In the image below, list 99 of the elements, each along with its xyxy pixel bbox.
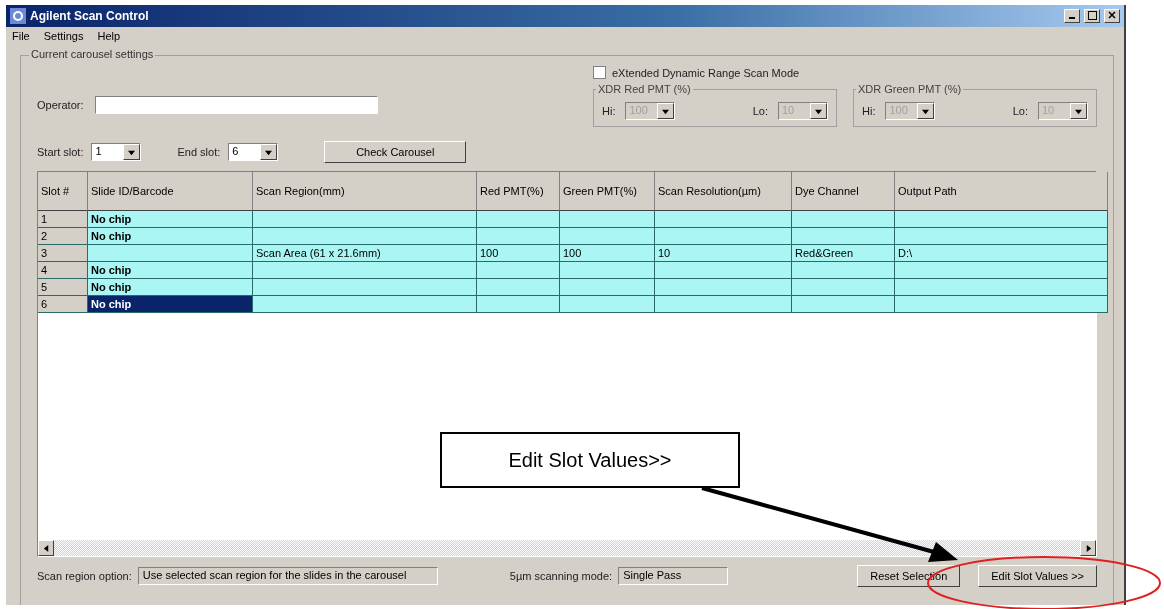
scroll-right-button[interactable] [1080, 540, 1096, 556]
table-cell[interactable]: Red&Green [792, 245, 895, 262]
checkbox[interactable] [593, 66, 606, 79]
end-slot-dropdown[interactable]: 6 [228, 143, 279, 161]
table-cell[interactable] [895, 211, 1108, 228]
table-cell[interactable] [477, 211, 560, 228]
app-icon [10, 8, 26, 24]
scan-mode-field: Single Pass [618, 567, 729, 585]
table-cell[interactable]: 100 [560, 245, 655, 262]
table-cell[interactable] [560, 262, 655, 279]
menu-item[interactable]: Help [97, 30, 121, 42]
left-arrow-icon [42, 544, 50, 552]
column-header[interactable]: Green PMT(%) [560, 172, 655, 211]
window-title: Agilent Scan Control [30, 9, 150, 23]
table-cell[interactable] [895, 262, 1108, 279]
column-header[interactable]: Scan Resolution(µm) [655, 172, 792, 211]
table-cell[interactable] [253, 228, 477, 245]
callout-box: Edit Slot Values>> [440, 432, 740, 488]
table-cell: 1 [38, 211, 88, 228]
table-cell[interactable] [253, 262, 477, 279]
table-cell: 4 [38, 262, 88, 279]
column-header[interactable]: Scan Region(mm) [253, 172, 477, 211]
horizontal-scrollbar[interactable] [38, 540, 1096, 556]
end-slot-label: End slot: [177, 146, 221, 158]
column-header[interactable]: Slide ID/Barcode [88, 172, 253, 211]
table-cell[interactable] [655, 279, 792, 296]
caret-icon [662, 107, 670, 115]
table-cell[interactable] [253, 211, 477, 228]
table-cell[interactable] [477, 279, 560, 296]
table-cell[interactable] [560, 279, 655, 296]
table-cell[interactable]: D:\ [895, 245, 1108, 262]
hi-label: Hi: [602, 105, 616, 117]
scan-region-label: Scan region option: [37, 570, 132, 582]
table-cell[interactable] [477, 296, 560, 313]
table-cell[interactable] [655, 296, 792, 313]
hi-label: Hi: [862, 105, 876, 117]
table-cell[interactable] [560, 228, 655, 245]
table-cell[interactable]: Scan Area (61 x 21.6mm) [253, 245, 477, 262]
table-cell[interactable]: No chip [88, 279, 253, 296]
table-cell[interactable] [895, 296, 1108, 313]
maximize-button[interactable] [1084, 9, 1100, 23]
column-header[interactable]: Red PMT(%) [477, 172, 560, 211]
table-cell[interactable]: No chip [88, 211, 253, 228]
caret-icon [128, 148, 136, 156]
table-cell[interactable] [560, 211, 655, 228]
table-cell[interactable] [792, 296, 895, 313]
table-cell[interactable] [792, 279, 895, 296]
table-cell[interactable] [895, 228, 1108, 245]
caret-icon [265, 148, 273, 156]
table-cell[interactable]: No chip [88, 228, 253, 245]
table-cell[interactable] [560, 296, 655, 313]
table-cell: 2 [38, 228, 88, 245]
caret-icon [815, 107, 822, 115]
maximize-icon [1087, 10, 1097, 20]
operator-label: Operator: [37, 99, 84, 111]
menu-item[interactable]: Settings [43, 30, 84, 42]
table-cell[interactable]: No chip [88, 262, 253, 279]
scan-region-field: Use selected scan region for the slides in the carousel [137, 567, 438, 585]
group-title: XDR Green PMT (%) [856, 83, 964, 95]
table-cell[interactable] [253, 279, 477, 296]
menu-item[interactable]: File [12, 30, 30, 42]
right-arrow-icon [1084, 544, 1092, 552]
table-cell[interactable]: 10 [655, 245, 792, 262]
caret-icon [922, 107, 930, 115]
column-header[interactable]: Output Path [895, 172, 1108, 211]
scroll-left-button[interactable] [38, 540, 54, 556]
table-cell[interactable] [655, 262, 792, 279]
table-cell: 6 [38, 296, 88, 313]
table-cell[interactable] [655, 211, 792, 228]
column-header[interactable]: Dye Channel [792, 172, 895, 211]
table-cell[interactable] [477, 228, 560, 245]
scan-mode-label: 5µm scanning mode: [509, 570, 613, 582]
start-slot-dropdown[interactable]: 1 [91, 143, 142, 161]
close-button[interactable] [1104, 9, 1120, 23]
group-title: XDR Red PMT (%) [596, 83, 693, 95]
table-cell[interactable] [792, 262, 895, 279]
operator-field[interactable] [95, 96, 379, 114]
table-cell[interactable] [253, 296, 477, 313]
group-title: Current carousel settings [29, 48, 156, 60]
check-carousel-button[interactable]: Check Carousel [324, 141, 467, 163]
table-cell[interactable]: No chip [88, 296, 253, 313]
start-slot-label: Start slot: [37, 146, 84, 158]
table-cell[interactable] [792, 211, 895, 228]
lo-label: Lo: [752, 105, 768, 117]
checkbox-label: eXtended Dynamic Range Scan Mode [612, 66, 800, 79]
table-cell[interactable] [655, 228, 792, 245]
table-cell: 5 [38, 279, 88, 296]
table-cell[interactable] [792, 228, 895, 245]
close-icon [1108, 11, 1116, 19]
column-header[interactable]: Slot # [38, 172, 88, 211]
minimize-button[interactable] [1064, 9, 1080, 23]
table-cell: 3 [38, 245, 88, 262]
table-cell[interactable]: 100 [477, 245, 560, 262]
table-cell[interactable] [88, 245, 253, 262]
table-cell[interactable] [477, 262, 560, 279]
table-cell[interactable] [895, 279, 1108, 296]
lo-label: Lo: [1012, 105, 1028, 117]
caret-icon [1075, 107, 1082, 115]
action-button[interactable]: Edit Slot Values >> [978, 565, 1097, 587]
